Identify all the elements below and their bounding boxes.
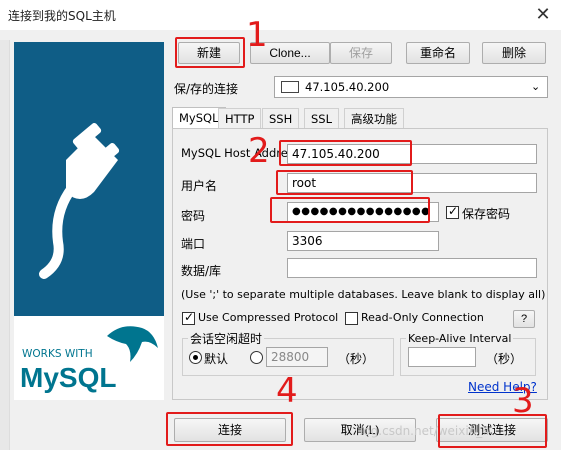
close-icon[interactable]: ✕: [530, 3, 556, 27]
port-input[interactable]: 3306: [287, 231, 439, 251]
keepalive-title: Keep-Alive Interval: [406, 332, 514, 345]
readonly-checkbox[interactable]: [345, 312, 358, 325]
idle-timeout-input[interactable]: 28800: [266, 347, 328, 367]
annotation-number-1: 1: [246, 15, 268, 55]
saved-connection-label: 保/存的连接: [174, 82, 239, 96]
works-with-text: WORKS WITH: [22, 348, 93, 360]
keepalive-input[interactable]: [408, 347, 476, 367]
compressed-protocol-label: Use Compressed Protocol: [198, 311, 339, 324]
tab-advanced[interactable]: 高级功能: [344, 108, 404, 129]
database-label: 数据/库: [181, 264, 222, 278]
window-title: 连接到我的SQL主机: [8, 9, 116, 23]
compressed-protocol-checkbox[interactable]: ✓: [182, 310, 195, 325]
annotation-box-host: [279, 140, 412, 166]
idle-unit-label: （秒）: [338, 352, 375, 366]
rename-button[interactable]: 重命名: [406, 42, 470, 64]
annotation-box-password: [270, 197, 430, 223]
annotation-box-new: [175, 37, 245, 68]
connection-color-swatch: [281, 81, 299, 93]
tab-ssl[interactable]: SSL: [304, 108, 340, 129]
user-label: 用户名: [181, 179, 218, 193]
help-button[interactable]: ?: [513, 310, 535, 328]
keepalive-unit-label: （秒）: [486, 352, 523, 366]
saved-connection-value: 47.105.40.200: [305, 80, 390, 94]
plug-icon: [39, 122, 120, 279]
idle-custom-radio[interactable]: [250, 351, 263, 364]
banner-image: [14, 42, 164, 316]
dolphin-icon: [107, 326, 158, 362]
chevron-down-icon: ⌄: [531, 80, 541, 93]
annotation-box-connect: [166, 412, 293, 446]
tab-ssh[interactable]: SSH: [262, 108, 300, 129]
saved-connection-select[interactable]: 47.105.40.200 ⌄: [274, 76, 548, 98]
annotation-box-user: [276, 170, 413, 195]
idle-timeout-title: 会话空闲超时: [188, 330, 265, 347]
annotation-number-2: 2: [248, 131, 270, 171]
idle-default-label: 默认: [204, 352, 229, 366]
port-label: 端口: [181, 237, 206, 251]
background-window-edge: [0, 40, 10, 450]
save-password-checkbox[interactable]: ✓: [446, 204, 459, 219]
idle-default-radio[interactable]: [189, 351, 202, 364]
tab-http[interactable]: HTTP: [218, 108, 262, 129]
mysql-logo-panel: WORKS WITH MySQL: [14, 316, 164, 400]
save-password-label: 保存密码: [462, 207, 511, 221]
database-hint: (Use ';' to separate multiple databases.…: [181, 288, 546, 301]
save-button[interactable]: 保存: [330, 42, 392, 64]
readonly-label: Read-Only Connection: [361, 311, 484, 324]
annotation-number-4: 4: [276, 371, 298, 411]
annotation-number-3: 3: [512, 381, 534, 421]
password-label: 密码: [181, 209, 206, 223]
database-input[interactable]: [287, 258, 537, 278]
delete-button[interactable]: 删除: [482, 42, 546, 64]
